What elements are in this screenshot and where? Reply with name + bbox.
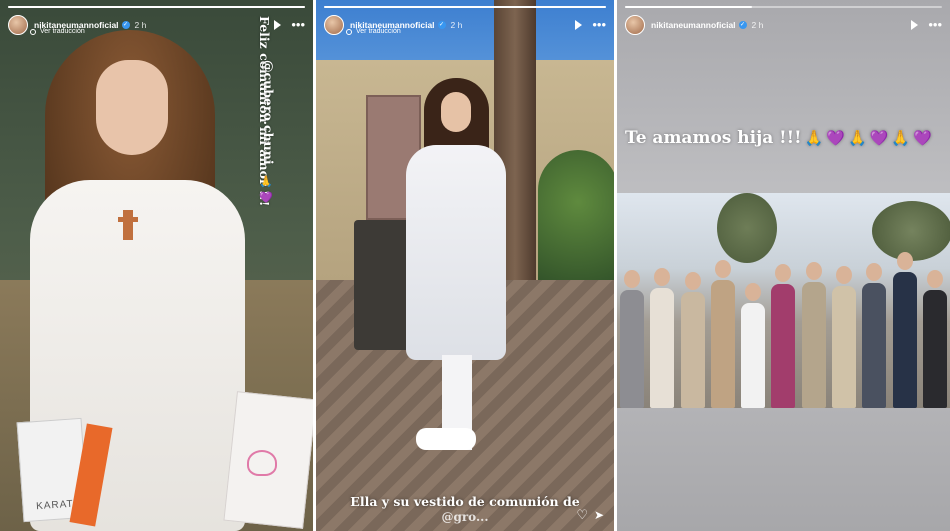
story-mention[interactable]: @cubero.chuni — [261, 60, 276, 165]
translate-link[interactable]: Ver traducción — [346, 28, 401, 35]
story-progress-bar — [324, 6, 606, 8]
purple-heart-emoji: 💜 — [826, 129, 845, 147]
green-bush — [538, 150, 614, 280]
translate-label: Ver traducción — [356, 28, 401, 35]
story-caption: Te amamos hija !!! 🙏 💜 🙏 💜 🙏 💜 — [625, 128, 932, 148]
person — [859, 263, 889, 408]
story-panel-2[interactable]: Ella y su vestido de comunión de @gro...… — [316, 0, 614, 531]
person — [829, 266, 859, 408]
story-caption: Ella y su vestido de comunión de — [350, 494, 580, 509]
play-icon[interactable] — [911, 20, 919, 30]
girl-face — [96, 60, 168, 155]
story-mention[interactable]: @gro... — [324, 510, 606, 524]
person — [647, 268, 677, 408]
person — [708, 260, 738, 408]
verified-badge-icon: ✓ — [738, 21, 747, 29]
heart-icon[interactable]: ♡ — [576, 507, 588, 523]
heart-drawing — [247, 450, 277, 476]
purple-heart-emoji: 💜 — [259, 192, 273, 204]
pray-emoji: 🙏 — [891, 129, 910, 147]
pray-emoji: 🙏 — [259, 176, 273, 188]
avatar[interactable] — [625, 15, 645, 35]
send-icon[interactable]: ➤ — [594, 508, 604, 522]
username[interactable]: nikitaneumannoficial — [651, 20, 736, 30]
verified-badge-icon: ✓ — [437, 21, 446, 29]
pray-emoji: 🙏 — [847, 129, 867, 147]
story-panel-1[interactable]: KARAT Feliz comunión mi amor !!! @cubero… — [0, 0, 313, 531]
avatar[interactable] — [324, 15, 344, 35]
story-progress-bar — [8, 6, 305, 8]
more-options-icon[interactable]: ••• — [592, 18, 606, 31]
more-options-icon[interactable]: ••• — [291, 18, 305, 31]
story-header: nikitaneumannoficial ✓ 2 h ••• — [625, 13, 942, 37]
story-background — [617, 408, 950, 531]
person — [889, 252, 919, 408]
caption-emojis: 🙏 💜 — [259, 175, 273, 204]
white-sneakers — [416, 428, 476, 450]
globe-icon — [30, 28, 36, 35]
verified-badge-icon: ✓ — [121, 21, 130, 29]
translate-label: Ver traducción — [40, 28, 85, 35]
translate-link[interactable]: Ver traducción — [30, 28, 85, 35]
person — [920, 270, 950, 408]
person — [768, 264, 798, 408]
caption-text: Te amamos hija !!! — [625, 128, 802, 148]
more-options-icon[interactable]: ••• — [928, 18, 942, 31]
avatar[interactable] — [8, 15, 28, 35]
play-icon[interactable] — [274, 20, 282, 30]
story-progress-bar — [625, 6, 942, 8]
cross-necklace — [118, 210, 138, 240]
person — [738, 283, 768, 408]
family-photo — [617, 193, 950, 408]
stories-collage: KARAT Feliz comunión mi amor !!! @cubero… — [0, 0, 950, 531]
play-icon[interactable] — [575, 20, 583, 30]
communion-dress — [406, 145, 506, 360]
story-panel-3[interactable]: nikitaneumannoficial ✓ 2 h ••• Te amamos… — [617, 0, 950, 531]
girl-face — [441, 92, 471, 132]
post-time: 2 h — [450, 20, 463, 30]
person — [799, 262, 829, 408]
globe-icon — [346, 28, 352, 35]
post-time: 2 h — [134, 20, 147, 30]
family-group — [617, 238, 950, 408]
pray-emoji: 🙏 — [804, 129, 824, 147]
post-time: 2 h — [751, 20, 764, 30]
purple-heart-emoji: 💜 — [913, 129, 932, 147]
person — [678, 272, 708, 408]
person — [617, 270, 647, 408]
purple-heart-emoji: 💜 — [869, 129, 889, 147]
